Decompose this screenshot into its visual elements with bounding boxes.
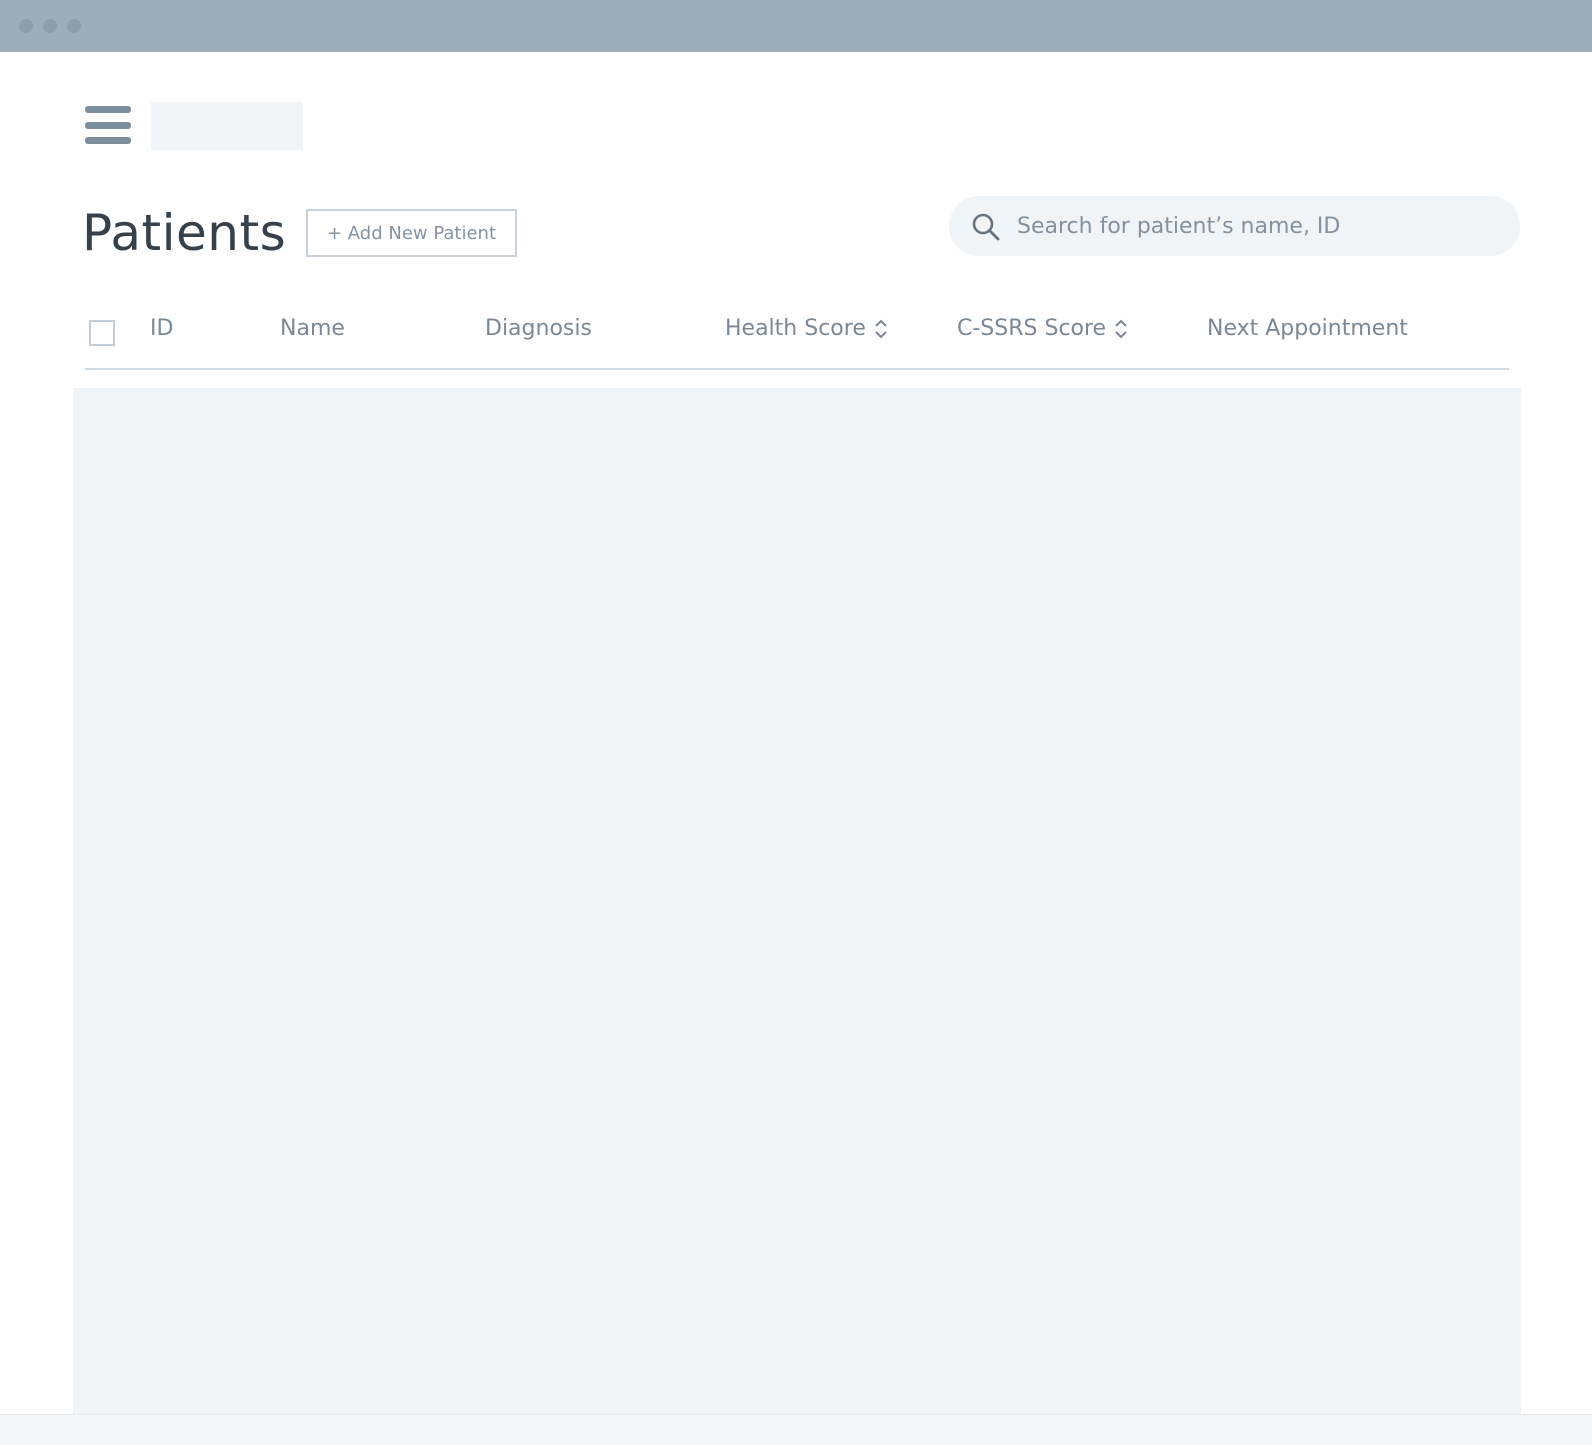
search-input[interactable] (1017, 206, 1497, 246)
table-header: ID Name Diagnosis Health Score C-SSRS Sc… (85, 300, 1509, 372)
window-bottom-edge (0, 1414, 1592, 1445)
column-header-health-score[interactable]: Health Score (725, 316, 888, 341)
sort-icon[interactable] (874, 317, 888, 341)
column-header-diagnosis: Diagnosis (485, 316, 592, 341)
app-window: Patients + Add New Patient ID Name Diagn… (0, 0, 1592, 1445)
menu-bar (85, 106, 131, 113)
table-body-placeholder (73, 388, 1521, 1414)
logo-placeholder (151, 102, 303, 150)
window-minimize-dot[interactable] (43, 19, 57, 33)
column-header-next-appointment: Next Appointment (1207, 316, 1408, 341)
window-close-dot[interactable] (19, 19, 33, 33)
column-label: Name (280, 316, 345, 341)
column-label: C-SSRS Score (957, 316, 1107, 341)
column-label: ID (150, 316, 174, 341)
column-label: Next Appointment (1207, 316, 1408, 341)
sort-icon[interactable] (1114, 317, 1128, 341)
menu-bar (85, 122, 131, 129)
column-header-cssrs-score[interactable]: C-SSRS Score (957, 316, 1128, 341)
menu-bar (85, 137, 131, 144)
window-titlebar[interactable] (0, 0, 1592, 52)
search-icon (972, 213, 1000, 241)
column-label: Health Score (725, 316, 866, 341)
column-header-name: Name (280, 316, 345, 341)
hamburger-menu-icon[interactable] (85, 106, 131, 146)
column-header-id: ID (150, 316, 173, 341)
window-maximize-dot[interactable] (67, 19, 81, 33)
page-title: Patients (82, 204, 287, 262)
add-new-patient-button[interactable]: + Add New Patient (306, 209, 517, 257)
column-label: Diagnosis (485, 316, 592, 341)
select-all-checkbox[interactable] (89, 320, 115, 346)
header-divider (85, 368, 1509, 370)
search-bar[interactable] (949, 196, 1520, 256)
